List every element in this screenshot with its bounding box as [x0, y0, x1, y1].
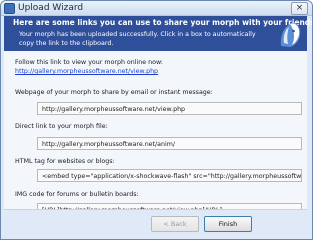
app-icon [4, 3, 15, 14]
morph-face-logo-icon [280, 22, 301, 47]
title-bar: Upload Wizard × [1, 1, 312, 16]
finish-button[interactable]: Finish [204, 216, 252, 232]
back-button[interactable]: < Back [151, 216, 199, 232]
webpage-label: Webpage of your morph to share by email … [15, 89, 213, 96]
direct-link-field[interactable]: http://gallery.morpheussoftware.net/anim… [37, 137, 302, 150]
footer-bar: < Back Finish [4, 209, 307, 239]
html-tag-label: HTML tag for websites or blogs: [15, 158, 115, 165]
html-tag-field[interactable]: <embed type="application/x-shockwave-fla… [37, 169, 302, 182]
follow-label: Follow this link to view your morph onli… [15, 59, 163, 66]
header-title: Here are some links you can use to share… [13, 18, 313, 27]
header-description: Your morph has been uploaded successfull… [19, 31, 256, 47]
view-online-link[interactable]: http://gallery.morpheussoftware.net/view… [15, 68, 158, 75]
close-button[interactable]: × [291, 2, 308, 15]
upload-wizard-window: Upload Wizard × Here are some links you … [0, 0, 313, 240]
content-panel: Follow this link to view your morph onli… [4, 51, 307, 216]
webpage-link-field[interactable]: http://gallery.morpheussoftware.net/view… [37, 102, 302, 115]
window-title: Upload Wizard [18, 3, 84, 13]
img-code-label: IMG code for forums or bulletin boards: [15, 191, 139, 198]
header-panel: Here are some links you can use to share… [4, 16, 312, 51]
direct-link-label: Direct link to your morph file: [15, 123, 108, 130]
